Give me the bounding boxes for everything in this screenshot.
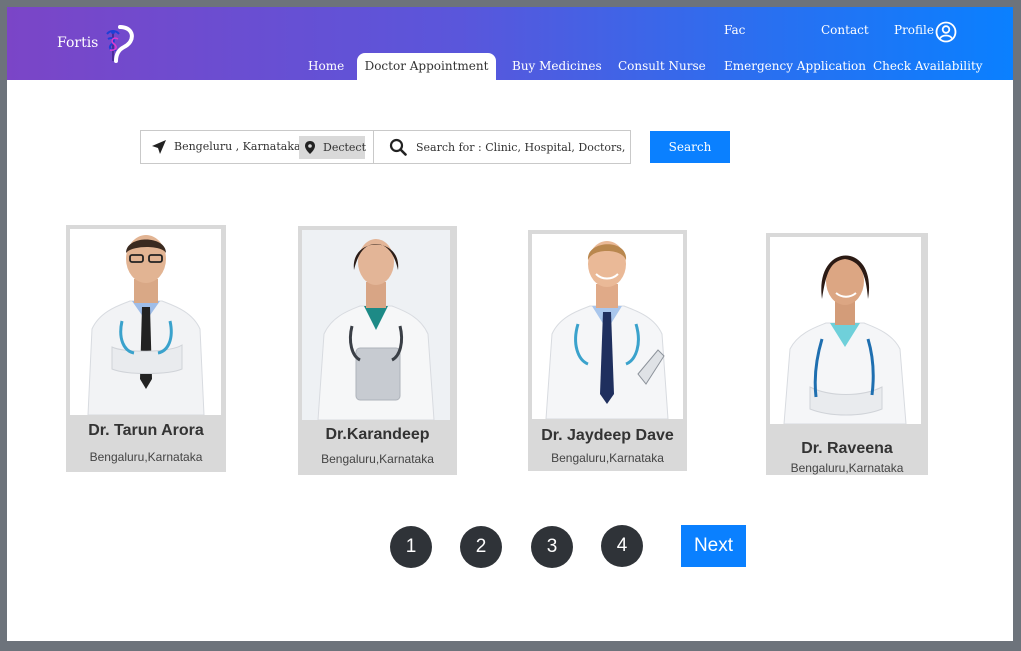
detect-location-button[interactable]: Dectect (299, 136, 367, 159)
location-arrow-icon (152, 140, 166, 154)
search-icon (389, 138, 407, 156)
doctor-location: Bengaluru,Karnataka (89, 450, 203, 464)
user-avatar-icon[interactable] (935, 21, 957, 43)
nav-buy-medicines[interactable]: Buy Medicines (512, 53, 602, 80)
header: Fortis Fac Contact Profile Home Doctor A… (7, 7, 1013, 80)
profile-link[interactable]: Profile (894, 23, 934, 37)
page-4-button[interactable]: 4 (601, 525, 643, 567)
doctor-name: Dr. Jaydeep Dave (541, 427, 674, 444)
doctor-card-raveena[interactable]: Dr. Raveena Bengaluru,Karnataka (766, 233, 928, 475)
doctor-name: Dr. Raveena (801, 440, 893, 457)
doctor-card-karandeep[interactable]: Dr.Karandeep Bengaluru,Karnataka (298, 226, 457, 475)
doctor-card-tarun-arora[interactable]: Dr. Tarun Arora Bengaluru,Karnataka (66, 225, 226, 472)
page-1-button[interactable]: 1 (390, 526, 432, 568)
brand-name[interactable]: Fortis (57, 35, 98, 51)
nav-doctor-appointment[interactable]: Doctor Appointment (357, 53, 496, 80)
next-button[interactable]: Next (681, 525, 746, 567)
doctor-location: Bengaluru,Karnataka (551, 451, 664, 465)
nav-consult-nurse[interactable]: Consult Nurse (618, 53, 706, 80)
doctor-location: Bengaluru,Karnataka (321, 452, 434, 466)
page-2-button[interactable]: 2 (460, 526, 502, 568)
doctor-name: Dr.Karandeep (325, 426, 430, 443)
caduceus-logo-icon (106, 25, 134, 63)
doctor-photo-raveena (770, 237, 921, 424)
nav-check-availability[interactable]: Check Availability (873, 53, 983, 80)
fac-link[interactable]: Fac (724, 23, 745, 37)
nav-emergency-application[interactable]: Emergency Application (724, 53, 866, 80)
nav-home[interactable]: Home (308, 53, 344, 80)
location-field[interactable]: Bengeluru , Karnataka (174, 140, 301, 153)
search-input[interactable] (416, 135, 626, 159)
detect-label: Dectect (323, 141, 367, 154)
search-divider (373, 131, 374, 163)
search-button[interactable]: Search (650, 131, 730, 163)
doctor-location: Bengaluru,Karnataka (790, 461, 904, 475)
contact-link[interactable]: Contact (821, 23, 869, 37)
map-pin-icon (305, 141, 315, 154)
search-bar: Bengeluru , Karnataka Dectect (140, 130, 631, 164)
app-frame: Fortis Fac Contact Profile Home Doctor A… (7, 7, 1013, 641)
doctor-card-jaydeep-dave[interactable]: Dr. Jaydeep Dave Bengaluru,Karnataka (528, 230, 687, 471)
doctor-photo-karandeep (302, 230, 450, 420)
doctor-photo-jaydeep-dave (532, 234, 683, 419)
doctor-photo-tarun-arora (70, 229, 221, 415)
doctor-name: Dr. Tarun Arora (88, 422, 204, 439)
page-3-button[interactable]: 3 (531, 526, 573, 568)
